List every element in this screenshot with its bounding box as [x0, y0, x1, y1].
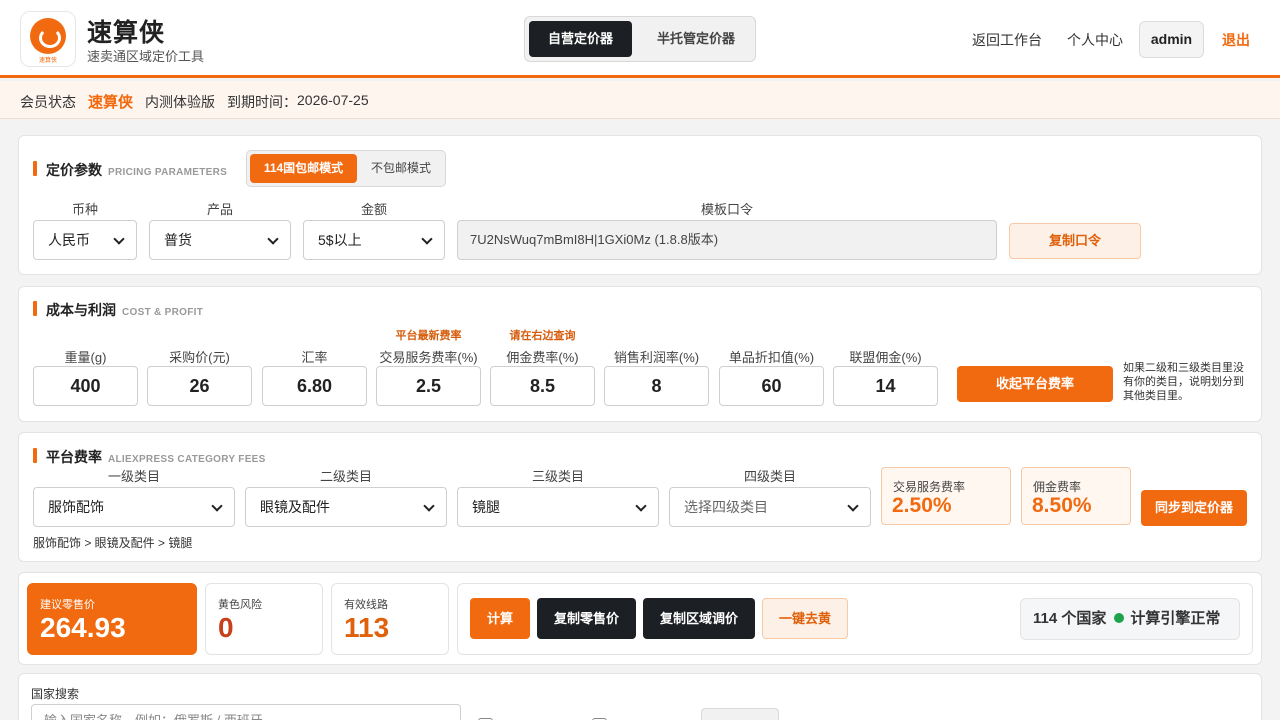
section-title-pricing: 定价参数 PRICING PARAMETERS	[33, 160, 227, 180]
commission-rate-input[interactable]: 8.5	[490, 366, 595, 406]
logout-link[interactable]: 退出	[1222, 30, 1250, 50]
sync-to-pricer-button[interactable]: 同步到定价器	[1141, 490, 1247, 526]
category-l2-select[interactable]: 眼镜及配件	[245, 487, 447, 527]
discount-label: 单品折扣值(%)	[728, 350, 815, 365]
status-ok-icon	[1114, 613, 1125, 623]
shipping-mode-switch: 114国包邮模式 不包邮模式	[246, 150, 446, 187]
category-l3-select[interactable]: 镜腿	[457, 487, 659, 527]
category-l3-label: 三级类目	[531, 469, 584, 484]
affiliate-commission-label: 联盟佣金(%)	[849, 350, 922, 365]
template-code-input[interactable]: 7U2NsWuq7mBmI8H|1GXi0Mz (1.8.8版本)	[457, 220, 997, 260]
service-fee-card: 交易服务费率 2.50%	[881, 467, 1011, 525]
category-l4-label: 四级类目	[743, 469, 796, 484]
valid-routes-label: 有效线路	[344, 599, 388, 611]
copy-template-button[interactable]: 复制口令	[1009, 223, 1141, 259]
country-search-input[interactable]: 输入国家名称，例如：俄罗斯 / 西班牙	[31, 704, 461, 720]
weight-label: 重量(g)	[64, 350, 107, 365]
app-logo: 速算侠	[20, 11, 76, 67]
yellow-risk-label: 黄色风险	[218, 599, 262, 611]
remove-yellow-button[interactable]: 一键去黄	[762, 598, 848, 639]
category-l4-select[interactable]: 选择四级类目	[669, 487, 871, 527]
service-fee-rate-input[interactable]: 2.5	[376, 366, 481, 406]
tab-self-operated-pricer[interactable]: 自营定价器	[529, 21, 632, 57]
amount-select[interactable]: 5$以上	[303, 220, 445, 260]
product-select[interactable]: 普货	[149, 220, 291, 260]
commission-card: 佣金费率 8.50%	[1021, 467, 1131, 525]
logo-caption: 速算侠	[38, 58, 57, 64]
member-brand: 速算侠	[88, 94, 134, 111]
commission-card-label: 佣金费率	[1033, 480, 1082, 494]
country-count: 114 个国家	[1033, 610, 1107, 627]
engine-status-text: 计算引擎正常	[1130, 610, 1221, 627]
pricer-mode-switch: 自营定价器 半托管定价器	[524, 16, 756, 62]
yellow-risk-card: 黄色风险 0	[205, 583, 323, 655]
logo-mark-icon	[30, 18, 66, 54]
collapse-platform-fees-button[interactable]: 收起平台费率	[957, 366, 1113, 402]
tab-semi-managed-pricer[interactable]: 半托管定价器	[641, 21, 751, 57]
app-title: 速算侠	[87, 19, 166, 47]
user-button[interactable]: admin	[1139, 21, 1204, 58]
discount-input[interactable]: 60	[719, 366, 824, 406]
pricing-parameters-card: 定价参数 PRICING PARAMETERS 114国包邮模式 不包邮模式 币种…	[18, 135, 1262, 275]
weight-input[interactable]: 400	[33, 366, 138, 406]
app-subtitle: 速卖通区域定价工具	[87, 49, 205, 64]
service-fee-card-value: 2.50%	[892, 494, 952, 517]
category-note: 如果二级和三级类目里没有你的类目，说明划分到其他类目里。	[1123, 362, 1244, 402]
profit-margin-input[interactable]: 8	[604, 366, 709, 406]
valid-routes-value: 113	[344, 612, 390, 643]
member-status-label: 会员状态	[20, 94, 76, 110]
mode-free-shipping-114[interactable]: 114国包邮模式	[250, 154, 357, 183]
country-search-card: 国家搜索 输入国家名称，例如：俄罗斯 / 西班牙	[18, 673, 1262, 720]
country-search-label: 国家搜索	[31, 687, 80, 701]
commission-rate-label: 佣金费率(%)	[506, 350, 579, 365]
suggested-price-value: 264.93	[40, 612, 126, 643]
calculate-button[interactable]: 计算	[470, 598, 530, 639]
copy-retail-price-button[interactable]: 复制零售价	[537, 598, 636, 639]
cost-profit-card: 成本与利润 COST & PROFIT 平台最新费率 请在右边查询 重量(g) 4…	[18, 286, 1262, 422]
platform-fees-card: 平台费率 ALIEXPRESS CATEGORY FEES 一级类目 服饰配饰 二…	[18, 432, 1262, 562]
product-label: 产品	[206, 202, 233, 217]
commission-hint: 请在右边查询	[509, 330, 576, 342]
expire-date: 2026-07-25	[297, 92, 369, 108]
amount-label: 金额	[360, 202, 387, 217]
service-fee-rate-label: 交易服务费率(%)	[379, 350, 478, 365]
exchange-rate-label: 汇率	[301, 350, 328, 365]
affiliate-commission-input[interactable]: 14	[833, 366, 938, 406]
service-fee-card-label: 交易服务费率	[893, 480, 966, 494]
app-header: 速算侠 速算侠 速卖通区域定价工具 自营定价器 半托管定价器 返回工作台 个人中…	[0, 0, 1280, 78]
currency-select[interactable]: 人民币	[33, 220, 137, 260]
purchase-price-input[interactable]: 26	[147, 366, 252, 406]
nav-workbench-link[interactable]: 返回工作台	[972, 30, 1042, 50]
section-title-cost: 成本与利润 COST & PROFIT	[33, 300, 203, 320]
template-label: 模板口令	[700, 202, 753, 217]
engine-status-badge: 114 个国家 计算引擎正常	[1020, 598, 1240, 640]
yellow-risk-value: 0	[218, 612, 234, 643]
valid-routes-card: 有效线路 113	[331, 583, 449, 655]
service-fee-hint: 平台最新费率	[395, 330, 462, 342]
category-l1-select[interactable]: 服饰配饰	[33, 487, 235, 527]
copy-regional-pricing-button[interactable]: 复制区域调价	[643, 598, 755, 639]
mode-no-free-shipping[interactable]: 不包邮模式	[357, 154, 445, 183]
membership-bar: 会员状态 速算侠 内测体验版 到期时间： 2026-07-25	[0, 81, 1280, 119]
currency-label: 币种	[71, 202, 98, 217]
filter-button[interactable]	[701, 708, 779, 720]
category-l1-label: 一级类目	[107, 469, 160, 484]
category-l2-label: 二级类目	[319, 469, 372, 484]
purchase-price-label: 采购价(元)	[169, 350, 230, 365]
member-plan: 内测体验版	[145, 94, 215, 110]
nav-profile-link[interactable]: 个人中心	[1067, 30, 1123, 50]
category-breadcrumb: 服饰配饰 > 眼镜及配件 > 镜腿	[33, 536, 193, 550]
exchange-rate-input[interactable]: 6.80	[262, 366, 367, 406]
commission-card-value: 8.50%	[1032, 494, 1092, 517]
expire-label: 到期时间：	[227, 94, 297, 110]
suggested-price-card: 建议零售价 264.93	[27, 583, 197, 655]
suggested-price-label: 建议零售价	[40, 599, 95, 611]
profit-margin-label: 销售利润率(%)	[613, 350, 700, 365]
section-title-platform: 平台费率 ALIEXPRESS CATEGORY FEES	[33, 447, 266, 467]
